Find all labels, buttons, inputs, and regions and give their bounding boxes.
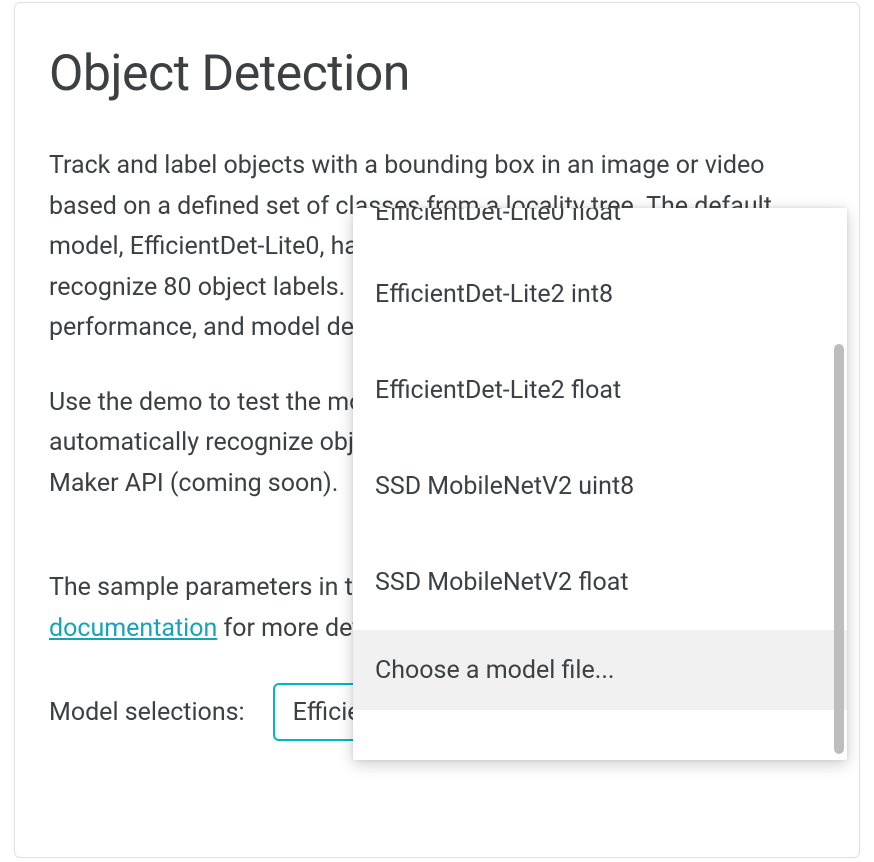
dropdown-scroll-area: EfficientDet-Lite0 float EfficientDet-Li… xyxy=(353,208,847,760)
dropdown-item-efficientdet-lite2-float[interactable]: EfficientDet-Lite2 float xyxy=(353,342,847,438)
dropdown-item-label: SSD MobileNetV2 uint8 xyxy=(375,472,634,501)
dropdown-item-ssd-mobilenetv2-uint8[interactable]: SSD MobileNetV2 uint8 xyxy=(353,438,847,534)
dropdown-item-efficientdet-lite2-int8[interactable]: EfficientDet-Lite2 int8 xyxy=(353,246,847,342)
model-dropdown-menu: EfficientDet-Lite0 float EfficientDet-Li… xyxy=(353,208,847,760)
documentation-link-2[interactable]: documentation xyxy=(49,614,217,643)
scrollbar-thumb[interactable] xyxy=(834,344,844,754)
dropdown-item-label: Choose a model file... xyxy=(375,656,615,685)
dropdown-item-label: EfficientDet-Lite0 float xyxy=(375,208,621,227)
dropdown-item-label: EfficientDet-Lite2 float xyxy=(375,376,621,405)
page-title: Object Detection xyxy=(49,47,825,102)
dropdown-item-label: SSD MobileNetV2 float xyxy=(375,568,629,597)
dropdown-item-ssd-mobilenetv2-float[interactable]: SSD MobileNetV2 float xyxy=(353,534,847,630)
model-selection-label: Model selections: xyxy=(49,698,245,727)
dropdown-item-efficientdet-lite0-float[interactable]: EfficientDet-Lite0 float xyxy=(353,208,847,246)
dropdown-item-label: EfficientDet-Lite2 int8 xyxy=(375,280,613,309)
dropdown-item-choose-file[interactable]: Choose a model file... xyxy=(353,630,847,710)
